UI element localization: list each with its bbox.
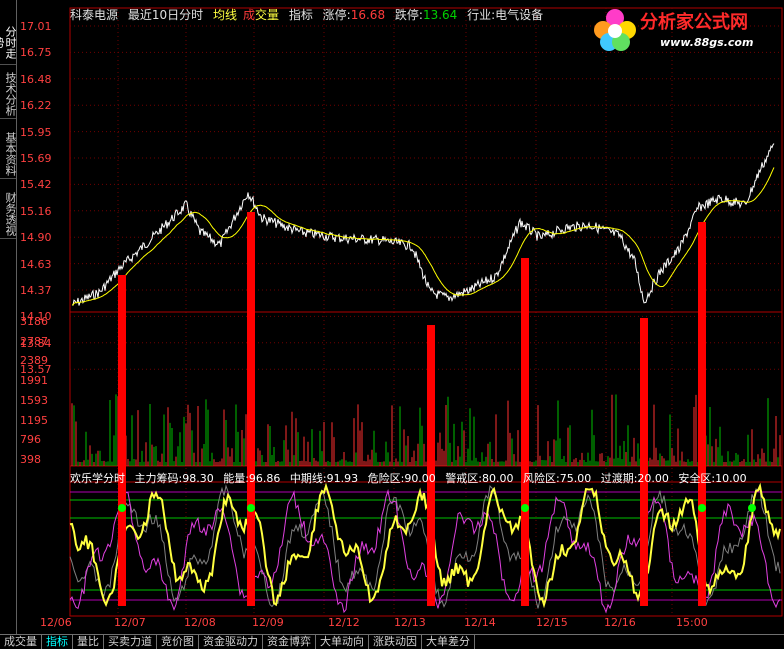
stock-name: 科泰电源: [70, 8, 119, 22]
bottom-tab-bar: 成交量 指标 量比 买卖力道 竞价图 资金驱动力 资金博弈 大单动向 涨跌动因 …: [0, 634, 784, 649]
tab-auction[interactable]: 竞价图: [157, 635, 199, 649]
avg-line-label: 均线: [212, 8, 237, 22]
time-label: 12/09: [252, 616, 284, 629]
legend-risk: 风险区:75.00: [523, 472, 592, 485]
indicator-name: 欢乐学分时: [70, 472, 125, 485]
volume-tick-label: 1195: [20, 413, 48, 427]
time-label: 15:00: [676, 616, 708, 629]
price-tick-label: 15.69: [20, 152, 52, 165]
buy-signal-marker: [118, 504, 126, 512]
volume-tick-label: 1991: [20, 374, 48, 388]
volume-tick-label: 796: [20, 433, 41, 447]
signal-bar: [640, 318, 648, 606]
volume-tick-label: 398: [20, 452, 41, 466]
flower-logo-icon: [594, 9, 636, 51]
logo-url: www.88gs.com: [660, 36, 754, 49]
indicator-legend: 欢乐学分时 主力筹码:98.30 能量:96.86 中期线:91.93 危险区:…: [70, 470, 753, 486]
legend-warning: 警戒区:80.00: [445, 472, 514, 485]
tab-volume-ratio[interactable]: 量比: [73, 635, 104, 649]
time-label: 12/14: [464, 616, 496, 629]
buy-signal-marker: [521, 504, 529, 512]
tab-large-order-diff[interactable]: 大单差分: [422, 635, 475, 649]
logo-title: 分析家公式网: [640, 12, 748, 33]
price-tick-label: 14.63: [20, 257, 52, 271]
signal-bar: [118, 275, 126, 606]
mid-term-line: [69, 488, 781, 614]
legend-danger: 危险区:90.00: [367, 472, 436, 485]
price-tick-label: 15.95: [20, 125, 52, 139]
limit-up-value: 16.68: [350, 8, 386, 22]
tab-volume[interactable]: 成交量: [0, 635, 42, 649]
site-logo: 分析家公式网 www.88gs.com: [590, 4, 780, 54]
time-label: 12/15: [536, 616, 568, 629]
signal-bar: [427, 325, 435, 606]
industry-label: 行业:电气设备: [467, 8, 544, 22]
price-tick-label: 16.48: [20, 72, 52, 86]
price-tick-label: 17.01: [20, 20, 52, 33]
tab-change-cause[interactable]: 涨跌动因: [369, 635, 422, 649]
limit-up-label: 涨停:: [322, 8, 351, 22]
period-label: 最近10日分时: [127, 8, 204, 22]
price-tick-label: 15.42: [20, 178, 52, 192]
time-label: 12/08: [184, 616, 216, 629]
stock-chart-window: 分时走势 技术分析 基本资料 财务透视 科泰电源 最近10日分时 均线成交量 指…: [0, 0, 784, 649]
volume-label-a: 成: [242, 8, 255, 22]
time-label: 12/12: [328, 616, 360, 629]
buy-signal-marker: [698, 504, 706, 512]
volume-label-b: 交量: [254, 8, 279, 22]
price-tick-label: 14.37: [20, 284, 52, 297]
volume-tick-label: 3186: [20, 315, 48, 328]
legend-transition: 过渡期:20.00: [600, 472, 669, 485]
price-tick-label: 15.16: [20, 204, 52, 218]
signal-bar: [521, 258, 529, 606]
indicator-label: 指标: [288, 8, 313, 22]
time-label: 12/06: [40, 616, 72, 629]
tab-buy-sell-force[interactable]: 买卖力道: [104, 635, 157, 649]
time-label: 12/16: [604, 616, 636, 629]
legend-energy: 能量:96.86: [223, 472, 281, 485]
average-price-line: [71, 167, 775, 306]
limit-down-value: 13.64: [422, 8, 458, 22]
chart-canvas: [69, 7, 783, 617]
price-tick-label: 16.22: [20, 99, 52, 113]
signal-bar: [698, 222, 706, 606]
buy-signal-marker: [748, 504, 756, 512]
tab-capital-drive[interactable]: 资金驱动力: [199, 635, 263, 649]
tab-large-orders[interactable]: 大单动向: [316, 635, 369, 649]
energy-line: [69, 482, 781, 609]
volume-tick-label: 2389: [20, 354, 48, 368]
legend-midline: 中期线:91.93: [289, 472, 359, 485]
time-label: 12/13: [394, 616, 426, 629]
time-axis: 12/06 12/07 12/08 12/09 12/12 12/13 12/1…: [0, 616, 784, 632]
price-tick-label: 14.90: [20, 231, 52, 245]
price-tick-label: 16.75: [20, 46, 52, 60]
legend-chip: 主力筹码:98.30: [134, 472, 214, 485]
volume-tick-label: 2787: [20, 334, 48, 348]
chart-header: 科泰电源 最近10日分时 均线 成交量 指标 涨停:16.68 跌停:13.64 …: [70, 6, 549, 22]
signal-bar: [247, 212, 255, 606]
tab-capital-game[interactable]: 资金博弈: [263, 635, 316, 649]
volume-tick-label: 1593: [20, 393, 48, 407]
time-label: 12/07: [114, 616, 146, 629]
limit-down-label: 跌停:: [394, 8, 423, 22]
buy-signal-marker: [247, 504, 255, 512]
tab-indicator[interactable]: 指标: [42, 635, 73, 649]
legend-safe: 安全区:10.00: [678, 472, 747, 485]
